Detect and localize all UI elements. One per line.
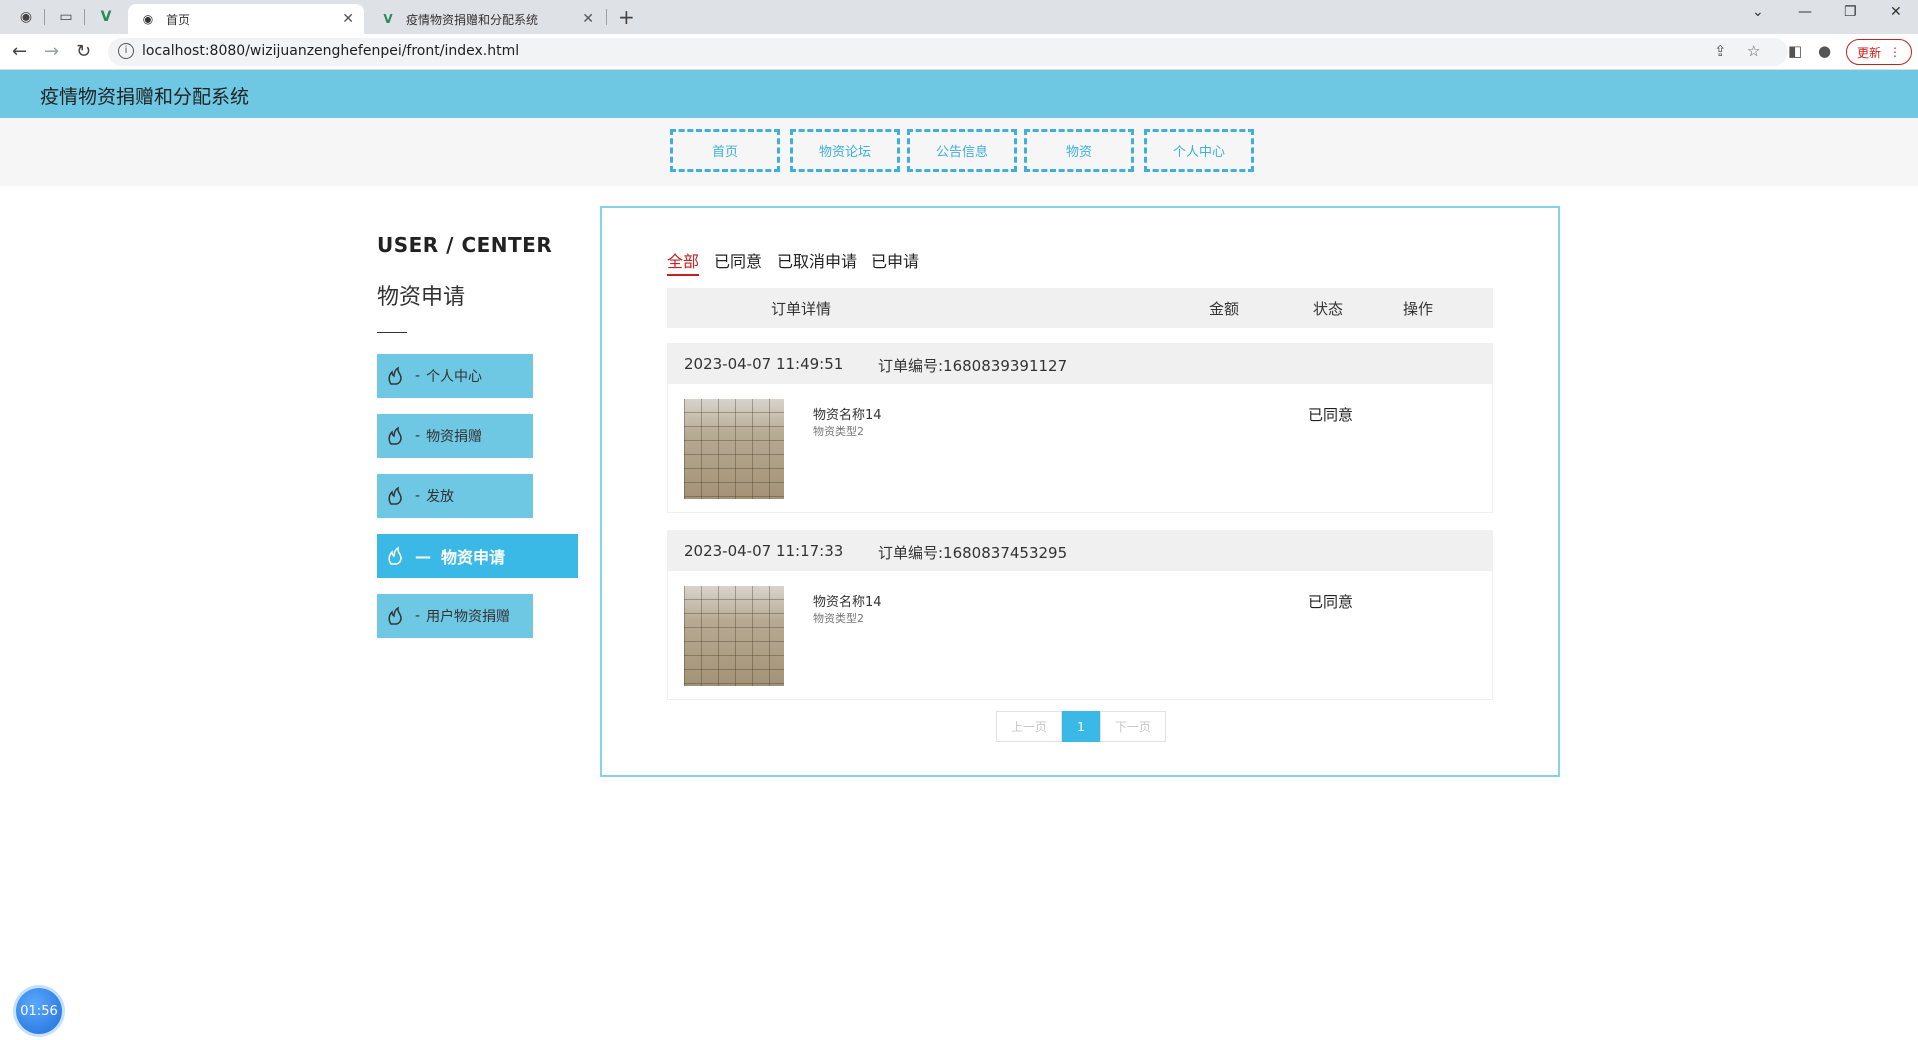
tab-home-label: 首页 bbox=[166, 12, 191, 27]
nav-forum[interactable]: 物资论坛 bbox=[790, 129, 900, 172]
pagination: 上一页 1 下一页 bbox=[996, 711, 1166, 742]
order-number: 订单编号:1680839391127 bbox=[878, 357, 1068, 375]
profile-avatar-icon[interactable]: ● bbox=[1818, 42, 1831, 60]
close-tab-icon[interactable]: ✕ bbox=[582, 11, 594, 27]
browser-update-button[interactable]: 更新 ⋮ bbox=[1846, 39, 1912, 65]
flame-hand-icon bbox=[385, 365, 407, 387]
nav-notice[interactable]: 公告信息 bbox=[907, 129, 1017, 172]
item-name: 物资名称14 bbox=[813, 595, 882, 610]
tab-separator bbox=[44, 9, 45, 25]
sidebar-item-supply-application[interactable]: — 物资申请 bbox=[377, 534, 578, 578]
minimize-icon[interactable]: — bbox=[1798, 4, 1812, 20]
pinned-tab-blank-icon[interactable]: ▭ bbox=[52, 6, 80, 28]
dash: - bbox=[415, 368, 421, 384]
column-header-amount: 金额 bbox=[1209, 300, 1240, 318]
order-card: 2023-04-07 11:17:33 订单编号:1680837453295 物… bbox=[667, 530, 1493, 700]
dash: - bbox=[415, 428, 421, 444]
user-center-title: USER / CENTER bbox=[377, 233, 553, 257]
status-text: 已同意 bbox=[1308, 593, 1354, 611]
bookmark-star-icon[interactable]: ☆ bbox=[1747, 42, 1760, 60]
site-info-icon[interactable]: i bbox=[118, 43, 134, 59]
flame-hand-icon bbox=[385, 545, 407, 567]
sidebar-item-donation[interactable]: - 物资捐赠 bbox=[377, 414, 533, 458]
order-number: 订单编号:1680837453295 bbox=[878, 544, 1068, 562]
column-header-actions: 操作 bbox=[1403, 300, 1434, 318]
order-header: 2023-04-07 11:49:51 订单编号:1680839391127 bbox=[668, 344, 1492, 384]
item-name: 物资名称14 bbox=[813, 408, 882, 423]
back-arrow-icon[interactable]: ← bbox=[12, 41, 27, 62]
main-nav: 首页 物资论坛 公告信息 物资 个人中心 bbox=[0, 118, 1918, 186]
supply-thumbnail[interactable] bbox=[684, 586, 784, 686]
order-header: 2023-04-07 11:17:33 订单编号:1680837453295 bbox=[668, 531, 1492, 571]
flame-hand-icon bbox=[385, 485, 407, 507]
tab-home[interactable]: ◉ 首页 ✕ bbox=[128, 4, 364, 34]
restore-icon[interactable]: ❐ bbox=[1844, 4, 1857, 20]
sidebar-item-user-donation[interactable]: - 用户物资捐赠 bbox=[377, 594, 533, 638]
forward-arrow-icon[interactable]: → bbox=[44, 41, 59, 62]
share-icon[interactable]: ⇪ bbox=[1714, 42, 1727, 60]
kebab-menu-icon: ⋮ bbox=[1889, 45, 1901, 59]
tab-separator bbox=[606, 9, 607, 25]
flame-hand-icon bbox=[385, 605, 407, 627]
timer-badge[interactable]: 01:56 bbox=[16, 988, 62, 1034]
order-time: 2023-04-07 11:17:33 bbox=[684, 542, 844, 560]
side-panel-icon[interactable]: ◧ bbox=[1788, 42, 1802, 60]
sidebar-item-label: 个人中心 bbox=[426, 369, 483, 385]
sidebar-item-label: 发放 bbox=[426, 489, 455, 505]
order-time: 2023-04-07 11:49:51 bbox=[684, 355, 844, 373]
status-text: 已同意 bbox=[1308, 406, 1354, 424]
update-label: 更新 bbox=[1856, 45, 1881, 60]
page-1-button[interactable]: 1 bbox=[1062, 711, 1100, 742]
nav-home[interactable]: 首页 bbox=[670, 129, 780, 172]
window-close-icon[interactable]: ✕ bbox=[1890, 4, 1902, 20]
user-center-subtitle: 物资申请 bbox=[377, 285, 466, 310]
dash: - bbox=[415, 608, 421, 624]
site-header: 疫情物资捐赠和分配系统 bbox=[0, 70, 1918, 118]
vue-icon: V bbox=[383, 12, 393, 26]
browser-toolbar: ← → ↻ i localhost:8080/wizijuanzenghefen… bbox=[0, 34, 1918, 70]
url-text: localhost:8080/wizijuanzenghefenpei/fron… bbox=[142, 43, 520, 59]
tab-approved[interactable]: 已同意 bbox=[714, 248, 762, 272]
order-card: 2023-04-07 11:49:51 订单编号:1680839391127 物… bbox=[667, 343, 1493, 513]
globe-icon: ◉ bbox=[142, 12, 154, 26]
divider bbox=[377, 332, 407, 333]
pinned-tab-globe-icon[interactable]: ◉ bbox=[12, 6, 40, 28]
item-type: 物资类型2 bbox=[813, 425, 864, 438]
sidebar-item-label: 物资申请 bbox=[441, 548, 506, 567]
tab-all[interactable]: 全部 bbox=[667, 248, 700, 276]
tab-applied[interactable]: 已申请 bbox=[871, 248, 919, 272]
table-header: 订单详情 金额 状态 操作 bbox=[667, 288, 1493, 328]
sidebar-item-label: 物资捐赠 bbox=[426, 429, 483, 445]
nav-user-center[interactable]: 个人中心 bbox=[1144, 129, 1254, 172]
tab-cancelled[interactable]: 已取消申请 bbox=[777, 248, 857, 272]
column-header-details: 订单详情 bbox=[771, 300, 832, 318]
prev-page-button[interactable]: 上一页 bbox=[996, 711, 1062, 742]
flame-hand-icon bbox=[385, 425, 407, 447]
nav-supplies[interactable]: 物资 bbox=[1024, 129, 1134, 172]
tab-system-label: 疫情物资捐赠和分配系统 bbox=[406, 12, 539, 27]
tab-separator bbox=[84, 9, 85, 25]
address-bar[interactable]: i localhost:8080/wizijuanzenghefenpei/fr… bbox=[108, 38, 1788, 66]
supply-thumbnail[interactable] bbox=[684, 399, 784, 499]
dash: - bbox=[415, 488, 421, 504]
column-header-status: 状态 bbox=[1313, 300, 1344, 318]
browser-tab-bar: ◉ ▭ V ◉ 首页 ✕ V 疫情物资捐赠和分配系统 ✕ + ⌄ — ❐ ✕ bbox=[0, 0, 1918, 34]
tab-system[interactable]: V 疫情物资捐赠和分配系统 ✕ bbox=[368, 4, 604, 34]
reload-icon[interactable]: ↻ bbox=[76, 41, 91, 62]
new-tab-plus-icon[interactable]: + bbox=[618, 5, 635, 29]
item-type: 物资类型2 bbox=[813, 612, 864, 625]
sidebar-item-user-center[interactable]: - 个人中心 bbox=[377, 354, 533, 398]
site-title: 疫情物资捐赠和分配系统 bbox=[40, 86, 250, 108]
close-tab-icon[interactable]: ✕ bbox=[342, 11, 354, 27]
pinned-tab-vue-icon[interactable]: V bbox=[92, 6, 120, 28]
next-page-button[interactable]: 下一页 bbox=[1100, 711, 1166, 742]
orders-panel: 全部 已同意 已取消申请 已申请 订单详情 金额 状态 操作 2023-04-0… bbox=[600, 206, 1560, 777]
dash: — bbox=[415, 546, 431, 566]
sidebar-item-distribution[interactable]: - 发放 bbox=[377, 474, 533, 518]
tab-search-chevron-down-icon[interactable]: ⌄ bbox=[1752, 4, 1764, 20]
sidebar-item-label: 用户物资捐赠 bbox=[426, 609, 511, 625]
